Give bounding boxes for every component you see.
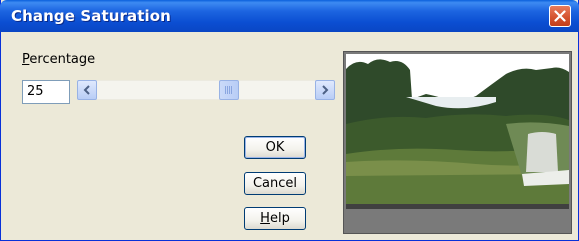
ok-button[interactable]: OK <box>244 136 306 159</box>
title-bar[interactable]: Change Saturation <box>0 0 579 32</box>
preview-image <box>346 54 569 209</box>
close-button[interactable] <box>549 5 571 27</box>
scroll-right-button[interactable] <box>315 80 335 100</box>
cancel-button[interactable]: Cancel <box>244 172 306 195</box>
arrow-right-icon <box>322 85 329 95</box>
percentage-input[interactable]: 25 <box>22 80 70 104</box>
arrow-left-icon <box>83 85 90 95</box>
help-button[interactable]: Help <box>244 207 306 230</box>
close-icon <box>554 10 566 22</box>
grip-icon <box>225 86 233 94</box>
dialog-title: Change Saturation <box>11 7 171 25</box>
help-label-rest: elp <box>269 211 290 226</box>
percentage-label-rest: ercentage <box>29 52 96 67</box>
percentage-scrollbar[interactable] <box>77 80 335 100</box>
scrollbar-thumb[interactable] <box>219 80 239 100</box>
image-preview <box>343 51 572 234</box>
change-saturation-dialog: Change Saturation Percentage 25 OK Cance… <box>0 0 579 241</box>
percentage-label: Percentage <box>22 52 95 67</box>
help-label-accel: H <box>260 211 270 226</box>
scroll-left-button[interactable] <box>77 80 97 100</box>
